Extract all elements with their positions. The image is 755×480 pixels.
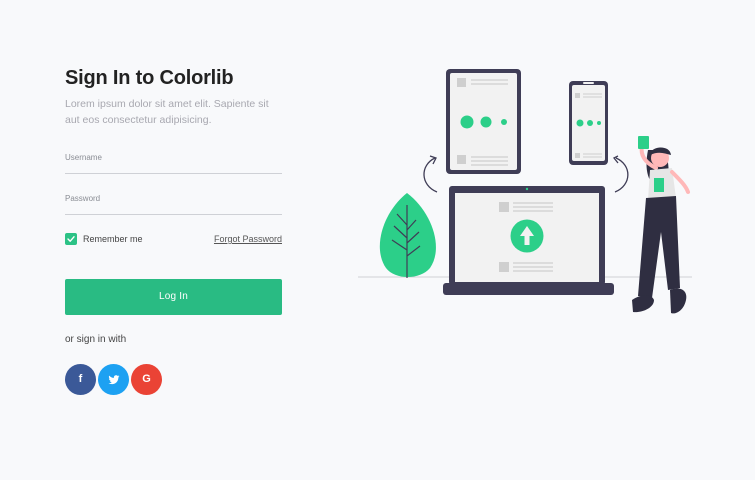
remember-row: Remember me Forgot Password — [65, 233, 282, 247]
facebook-icon: f — [78, 373, 83, 385]
plant-leaf-icon — [379, 193, 436, 278]
password-input[interactable] — [65, 202, 282, 214]
forgot-password-link[interactable]: Forgot Password — [214, 234, 282, 244]
woman-figure-icon — [632, 136, 690, 314]
twitter-icon — [108, 375, 119, 385]
login-button[interactable]: Log In — [65, 279, 282, 315]
facebook-login-button[interactable]: f — [65, 364, 96, 395]
remember-label[interactable]: Remember me — [83, 234, 143, 244]
google-login-button[interactable]: G — [131, 364, 162, 395]
username-field[interactable]: Username — [65, 153, 282, 174]
login-form: Sign In to Colorlib Lorem ipsum dolor si… — [65, 64, 282, 395]
page-subtitle: Lorem ipsum dolor sit amet elit. Sapient… — [65, 98, 269, 126]
laptop-device-icon — [443, 186, 614, 295]
tablet-device-icon — [446, 69, 521, 174]
page-title: Sign In to Colorlib — [65, 67, 234, 89]
remember-checkbox[interactable] — [65, 233, 77, 245]
password-field[interactable]: Password — [65, 194, 282, 215]
hero-illustration — [358, 69, 692, 314]
username-input[interactable] — [65, 161, 282, 173]
check-icon — [67, 236, 75, 242]
google-icon: G — [142, 373, 151, 385]
twitter-login-button[interactable] — [98, 364, 129, 395]
phone-device-icon — [569, 81, 608, 165]
social-login-row: f G — [65, 364, 185, 397]
or-sign-in-text: or sign in with — [65, 334, 127, 345]
